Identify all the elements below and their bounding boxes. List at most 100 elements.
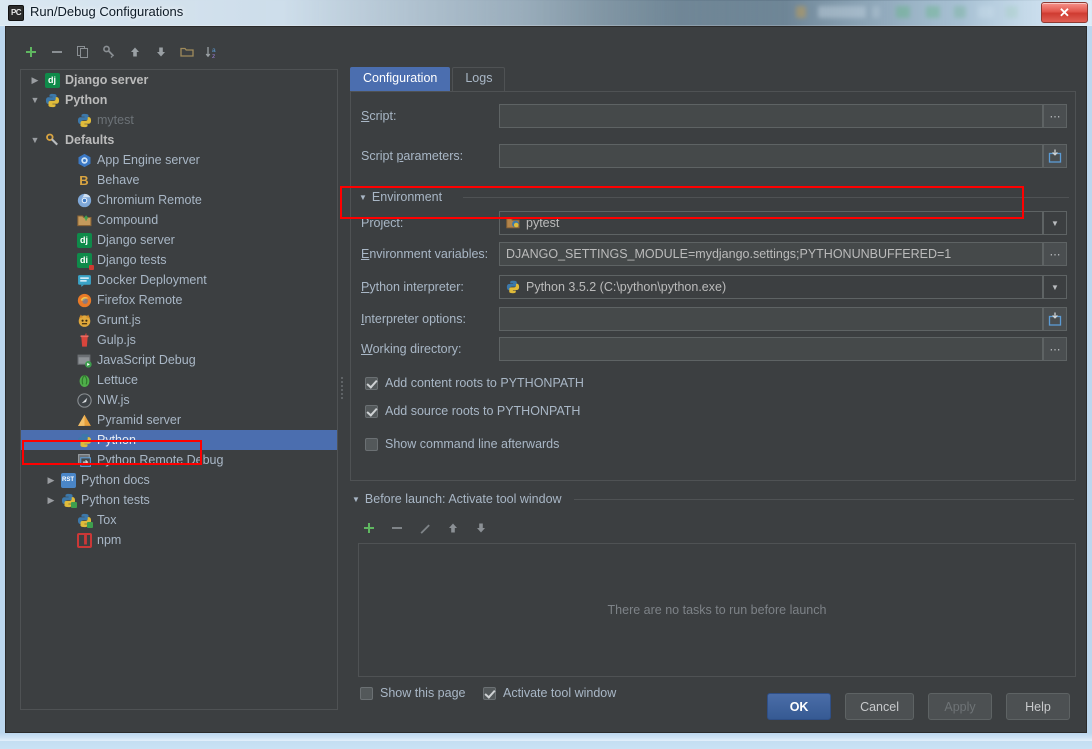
firefox-icon (75, 293, 93, 308)
tree-item-pyramid-server[interactable]: Pyramid server (21, 410, 337, 430)
chevron-down-icon: ▼ (30, 135, 40, 145)
edit-templates-button[interactable] (98, 41, 120, 63)
show-command-line-checkbox[interactable]: Show command line afterwards (365, 437, 559, 451)
interpreter-options-input[interactable] (499, 307, 1043, 331)
script-parameters-input[interactable] (499, 144, 1043, 168)
panel-splitter[interactable] (339, 377, 345, 399)
remove-configuration-button[interactable] (46, 41, 68, 63)
close-icon[interactable]: ✕ (1041, 2, 1088, 23)
python-interpreter-combo[interactable]: Python 3.5.2 (C:\python\python.exe) (499, 275, 1043, 299)
activate-tool-window-checkbox[interactable]: Activate tool window (483, 686, 616, 700)
create-folder-button[interactable] (176, 41, 198, 63)
help-button[interactable]: Help (1006, 693, 1070, 720)
chevron-right-icon: ▶ (31, 75, 39, 85)
python-interpreter-value: Python 3.5.2 (C:\python\python.exe) (526, 280, 727, 294)
environment-variables-browse-button[interactable]: ⋯ (1043, 242, 1067, 266)
tree-item-lettuce[interactable]: Lettuce (21, 370, 337, 390)
project-folder-icon (506, 216, 520, 230)
tree-item-app-engine-server[interactable]: App Engine server (21, 150, 337, 170)
move-up-button[interactable] (124, 41, 146, 63)
lettuce-icon (75, 373, 93, 388)
tree-item-django-tests[interactable]: di Django tests (21, 250, 337, 270)
script-browse-button[interactable]: ⋯ (1043, 104, 1067, 128)
editor-tabs: Configuration Logs (350, 67, 507, 91)
working-directory-browse-button[interactable]: ⋯ (1043, 337, 1067, 361)
checkbox-label: Add content roots to PYTHONPATH (385, 376, 584, 390)
before-launch-task-list[interactable]: There are no tasks to run before launch (358, 543, 1076, 677)
python-icon (506, 280, 520, 294)
tree-item-label: Python tests (81, 493, 150, 507)
ok-button[interactable]: OK (767, 693, 832, 720)
copy-configuration-button[interactable] (72, 41, 94, 63)
python-docs-icon: RST (59, 472, 77, 488)
tree-item-npm[interactable]: ▐ npm (21, 530, 337, 550)
tree-item-label: Python Remote Debug (97, 453, 224, 467)
show-this-page-checkbox[interactable]: Show this page (360, 686, 465, 700)
tab-configuration[interactable]: Configuration (350, 67, 451, 91)
tree-item-django-server[interactable]: dj Django server (21, 230, 337, 250)
move-down-button[interactable] (150, 41, 172, 63)
pyramid-icon (75, 413, 93, 428)
javascript-debug-icon (75, 353, 93, 368)
tree-item-label: npm (97, 533, 122, 547)
tree-item-nw-js[interactable]: NW.js (21, 390, 337, 410)
tree-item-python[interactable]: ▼ Python (21, 90, 337, 110)
chevron-down-icon: ▼ (1051, 218, 1059, 228)
before-launch-toolbar (360, 519, 490, 537)
sort-alphabetically-button[interactable]: a z (202, 41, 224, 63)
tab-logs[interactable]: Logs (452, 67, 506, 91)
title-bar: PC Run/Debug Configurations ✕ (0, 0, 1092, 26)
tree-item-python[interactable]: Python (21, 430, 337, 450)
tree-item-firefox-remote[interactable]: Firefox Remote (21, 290, 337, 310)
tree-item-mytest[interactable]: mytest (21, 110, 337, 130)
edit-task-button[interactable] (416, 519, 434, 537)
tree-item-python-docs[interactable]: ▶ RST Python docs (21, 470, 337, 490)
checkbox-label: Show this page (380, 686, 466, 700)
tree-item-behave[interactable]: B Behave (21, 170, 337, 190)
script-input[interactable] (499, 104, 1043, 128)
environment-variables-input[interactable]: DJANGO_SETTINGS_MODULE=mydjango.settings… (499, 242, 1043, 266)
project-combo[interactable]: pytest (499, 211, 1043, 235)
tree-item-label: Firefox Remote (97, 293, 183, 307)
move-task-down-button[interactable] (472, 519, 490, 537)
tree-item-tox[interactable]: Tox (21, 510, 337, 530)
tree-item-label: Chromium Remote (97, 193, 202, 207)
tree-item-chromium-remote[interactable]: Chromium Remote (21, 190, 337, 210)
add-configuration-button[interactable] (20, 41, 42, 63)
add-content-roots-checkbox[interactable]: Add content roots to PYTHONPATH (365, 376, 584, 390)
tree-item-python-remote-debug[interactable]: Python Remote Debug (21, 450, 337, 470)
tree-item-defaults[interactable]: ▼ Defaults (21, 130, 337, 150)
tree-item-compound[interactable]: Compound (21, 210, 337, 230)
app-engine-icon (75, 153, 93, 168)
tree-item-python-tests[interactable]: ▶ Python tests (21, 490, 337, 510)
tree-item-javascript-debug[interactable]: JavaScript Debug (21, 350, 337, 370)
script-label: Script: (361, 109, 397, 123)
add-source-roots-checkbox[interactable]: Add source roots to PYTHONPATH (365, 404, 580, 418)
add-task-button[interactable] (360, 519, 378, 537)
nwjs-icon (75, 392, 93, 408)
tree-item-gulp-js[interactable]: Gulp.js (21, 330, 337, 350)
cancel-button[interactable]: Cancel (845, 693, 914, 720)
tree-item-label: Tox (97, 513, 117, 527)
environment-section-header[interactable]: ▼ Environment (359, 190, 442, 204)
python-icon (75, 113, 93, 128)
before-launch-header[interactable]: ▼ Before launch: Activate tool window (352, 492, 562, 506)
checkbox-label: Show command line afterwards (385, 437, 560, 451)
move-task-up-button[interactable] (444, 519, 462, 537)
script-parameters-expand-button[interactable] (1043, 144, 1067, 168)
project-dropdown-button[interactable]: ▼ (1043, 211, 1067, 235)
apply-button[interactable]: Apply (928, 693, 992, 720)
tree-item-label: mytest (97, 113, 134, 127)
remove-task-button[interactable] (388, 519, 406, 537)
before-launch-title: Before launch: Activate tool window (364, 492, 562, 506)
python-interpreter-dropdown-button[interactable]: ▼ (1043, 275, 1067, 299)
interpreter-options-expand-button[interactable] (1043, 307, 1067, 331)
tree-item-grunt-js[interactable]: Grunt.js (21, 310, 337, 330)
before-launch-empty-message: There are no tasks to run before launch (607, 603, 827, 617)
configuration-tree[interactable]: ▶ dj Django server ▼ Python mytest ▼ Defaults Ap… (20, 69, 338, 710)
tree-item-docker-deployment[interactable]: Docker Deployment (21, 270, 337, 290)
docker-icon (75, 273, 93, 288)
tree-item-django-server[interactable]: ▶ dj Django server (21, 70, 337, 90)
expand-editor-icon (1048, 149, 1062, 163)
working-directory-input[interactable] (499, 337, 1043, 361)
